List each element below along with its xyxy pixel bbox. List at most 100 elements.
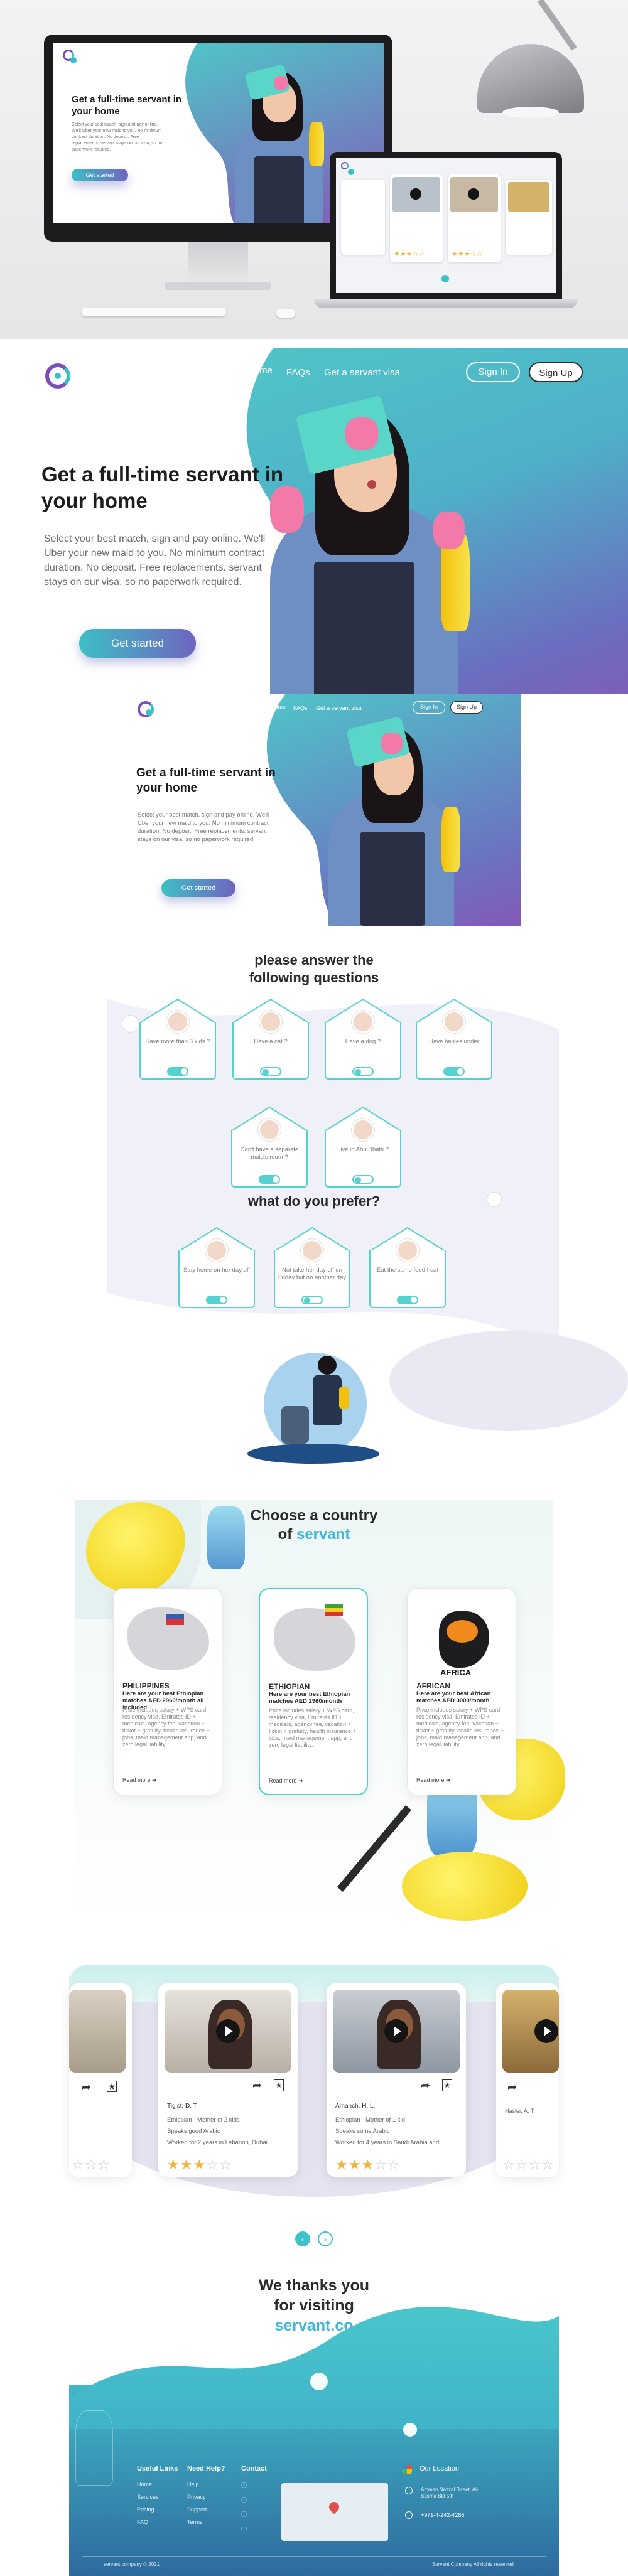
footer-link[interactable]: Services <box>137 2494 178 2500</box>
country-card[interactable]: PHILIPPINES Here are your best Ethiopian … <box>113 1588 222 1795</box>
read-more-link[interactable]: Read more ➜ <box>416 1777 451 1784</box>
play-icon[interactable] <box>534 2019 558 2043</box>
question-toggle[interactable] <box>260 1067 281 1076</box>
question-avatar <box>301 1239 323 1262</box>
read-more-link[interactable]: Read more ➜ <box>269 1778 303 1784</box>
question-card: Have more than 3 kids ? <box>138 997 217 1080</box>
country-price: Here are your best African matches AED 3… <box>416 1690 491 1704</box>
share-icon[interactable]: ➦ <box>252 2079 262 2092</box>
laptop-base <box>314 299 578 308</box>
sign-up-button[interactable]: Sign Up <box>529 362 583 382</box>
facebook-icon[interactable]: ⓕ <box>241 2481 267 2489</box>
logo-icon[interactable] <box>45 363 70 389</box>
question-toggle[interactable] <box>301 1296 323 1304</box>
instagram-icon[interactable]: ⓘ <box>241 2510 267 2518</box>
logo-icon <box>341 162 354 175</box>
share-icon[interactable]: ➦ <box>421 2079 430 2092</box>
share-icon[interactable]: ➦ <box>507 2081 517 2094</box>
question-label: Don't have a separate maid's room ? <box>240 1146 299 1161</box>
question-card: Not take her day off on Friday but on an… <box>273 1225 352 1308</box>
illustration-head <box>318 1356 337 1375</box>
candidate-origin: Ethiopian - Mother of 1 kid <box>335 2117 405 2123</box>
keyboard <box>82 308 226 316</box>
map-pin-icon <box>327 2499 342 2514</box>
bookmark-icon[interactable]: ★ <box>107 2081 117 2092</box>
country-card[interactable]: ETHIOPIAN Here are your best Ethiopian ma… <box>259 1588 368 1795</box>
question-avatar <box>205 1239 228 1262</box>
nav-home[interactable]: Home <box>247 365 273 376</box>
share-icon[interactable]: ➦ <box>82 2081 91 2094</box>
footer-link[interactable]: Help <box>187 2481 225 2487</box>
country-card[interactable]: AFRICA AFRICAN Here are your best African … <box>407 1588 516 1795</box>
footer-link[interactable]: Pricing <box>137 2506 178 2513</box>
play-icon[interactable] <box>384 2019 408 2043</box>
question-card: Stay home on her day off <box>177 1225 256 1308</box>
candidate-language: Speaks good Arabic <box>167 2128 220 2135</box>
location-icon <box>405 2487 413 2494</box>
candidate-video[interactable] <box>165 1990 291 2073</box>
question-toggle[interactable] <box>259 1175 280 1184</box>
squeegee-image <box>337 1805 412 1892</box>
lamp-bulb <box>502 107 559 118</box>
question-toggle[interactable] <box>206 1296 227 1304</box>
hero-section: Home FAQs Get a servant visa Sign In Sig… <box>0 348 628 694</box>
play-icon[interactable] <box>216 2019 240 2043</box>
nav-faqs[interactable]: FAQs <box>286 367 310 378</box>
question-toggle[interactable] <box>167 1067 188 1076</box>
question-label: Have a dog ? <box>345 1038 381 1045</box>
question-toggle[interactable] <box>352 1175 374 1184</box>
footer-col-contact: Contact ⓕ ⓣ ⓘ ⓛ <box>241 2465 267 2539</box>
logo-icon <box>138 701 154 717</box>
twitter-icon[interactable]: ⓣ <box>241 2496 267 2504</box>
candidate-card[interactable]: ➦ ★ Amanch, H. L. Ethiopian - Mother of 1 k… <box>327 1983 466 2177</box>
hero-preview: Home FAQs Get a servant visa Sign In Sig… <box>129 694 521 926</box>
device-mockup-banner: Get a full-time servant in your home Sel… <box>0 0 628 339</box>
candidate-card-partial-right[interactable]: ➦ Hasler, A. T. ☆☆☆☆ <box>496 1983 559 2177</box>
footer-col2-title: Need Help? <box>187 2465 225 2472</box>
question-label: Stay home on her day off <box>183 1267 250 1274</box>
country-description: Price includes salary + WPS card, reside… <box>416 1707 504 1747</box>
question-avatar <box>352 1011 374 1033</box>
footer-location-title: Our Location <box>420 2465 459 2472</box>
countries-title: Choose a country of servant <box>0 1506 628 1544</box>
get-started-button[interactable]: Get started <box>79 629 196 658</box>
footer-link[interactable]: Privacy <box>187 2494 225 2500</box>
footer-link[interactable]: Home <box>137 2481 178 2487</box>
logo-icon <box>63 50 77 63</box>
footer-link[interactable]: Support <box>187 2506 225 2513</box>
candidate-video[interactable] <box>333 1990 460 2073</box>
preview-nav-home: Home <box>271 704 286 710</box>
question-toggle[interactable] <box>352 1067 374 1076</box>
question-toggle[interactable] <box>397 1296 418 1304</box>
laptop-screen: ★★★☆☆ ★★★☆☆ <box>336 158 556 293</box>
footer-col-help: Need Help? Help Privacy Support Terms <box>187 2465 225 2531</box>
thanks-line2: for visiting <box>274 2297 354 2314</box>
candidate-card-partial-left[interactable]: ➦ ★ ☆☆☆ <box>69 1983 132 2177</box>
location-map[interactable] <box>281 2483 388 2541</box>
question-toggle[interactable] <box>443 1067 465 1076</box>
illustration-bottle <box>339 1387 349 1409</box>
question-avatar <box>396 1239 419 1262</box>
nav-servant-visa[interactable]: Get a servant visa <box>324 367 400 378</box>
next-page-button[interactable]: › <box>318 2231 333 2246</box>
question-avatar <box>352 1119 374 1141</box>
preview-get-started: Get started <box>161 879 236 897</box>
bookmark-icon[interactable]: ★ <box>442 2079 452 2091</box>
read-more-link[interactable]: Read more ➜ <box>122 1777 157 1784</box>
illustration-body <box>313 1375 342 1425</box>
question-card: Have babies under <box>414 997 494 1080</box>
lamp-icon <box>477 44 584 113</box>
footer-col3-title: Contact <box>241 2465 267 2472</box>
footer-link[interactable]: FAQ <box>137 2519 178 2525</box>
footer-link[interactable]: Terms <box>187 2519 225 2525</box>
prev-page-button[interactable]: ‹ <box>295 2231 310 2246</box>
question-label: Have babies under <box>429 1038 479 1045</box>
sign-in-button[interactable]: Sign In <box>466 362 520 382</box>
preview-sign-up: Sign Up <box>450 701 483 714</box>
bookmark-icon[interactable]: ★ <box>274 2079 284 2091</box>
candidate-card[interactable]: ➦ ★ Tigist, D. T Ethiopian - Mother of 2 ki… <box>158 1983 298 2177</box>
illustration-bucket <box>281 1406 309 1444</box>
linkedin-icon[interactable]: ⓛ <box>241 2525 267 2533</box>
laptop: ★★★☆☆ ★★★☆☆ <box>330 152 562 299</box>
rating-stars: ★★★☆☆ <box>335 2157 401 2172</box>
